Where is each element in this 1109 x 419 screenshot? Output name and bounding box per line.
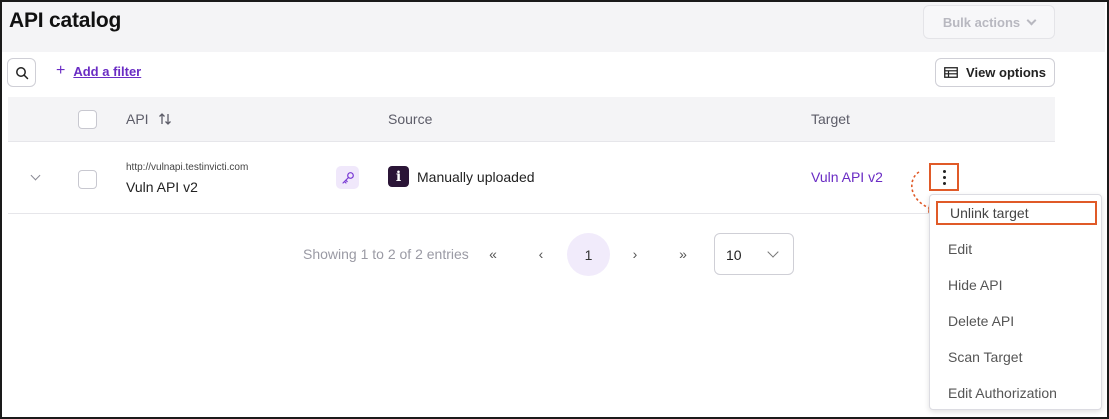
bulk-actions-label: Bulk actions: [942, 14, 1021, 30]
target-link[interactable]: Vuln API v2: [811, 169, 883, 185]
table-icon: [944, 67, 958, 78]
bulk-actions-button[interactable]: Bulk actions: [923, 5, 1055, 39]
page-size-value: 10: [726, 247, 742, 263]
row-checkbox[interactable]: [78, 170, 97, 189]
api-column-header[interactable]: API: [126, 111, 172, 127]
menu-item-scan-target[interactable]: Scan Target: [930, 339, 1103, 375]
add-filter-link[interactable]: + Add a filter: [56, 63, 141, 79]
menu-item-edit[interactable]: Edit: [930, 231, 1103, 267]
chevron-down-icon: [1026, 15, 1037, 25]
view-options-label: View options: [966, 65, 1046, 80]
pagination-info: Showing 1 to 2 of 2 entries: [303, 246, 469, 262]
page-title: API catalog: [9, 9, 122, 32]
api-url: http://vulnapi.testinvicti.com: [126, 162, 249, 173]
search-icon: [15, 66, 28, 79]
select-all-checkbox[interactable]: [78, 110, 97, 129]
page-size-select[interactable]: 10: [714, 233, 794, 275]
last-page-icon[interactable]: »: [670, 241, 696, 267]
menu-item-unlink-target[interactable]: Unlink target: [936, 201, 1097, 225]
first-page-icon[interactable]: «: [480, 241, 506, 267]
api-column-label: API: [126, 111, 149, 127]
authentication-key-badge[interactable]: [336, 166, 359, 189]
target-column-header: Target: [811, 111, 850, 127]
current-page-button[interactable]: 1: [567, 233, 610, 276]
chevron-down-icon: [767, 246, 779, 258]
table-header: API Source Target: [8, 97, 1055, 142]
search-button[interactable]: [7, 58, 36, 87]
add-filter-label: Add a filter: [73, 63, 142, 79]
view-options-button[interactable]: View options: [935, 58, 1055, 87]
source-column-header: Source: [388, 111, 433, 127]
api-name: Vuln API v2: [126, 179, 198, 195]
next-page-icon[interactable]: ›: [622, 241, 648, 267]
source-icon: i: [388, 166, 409, 187]
expand-row-chevron-icon[interactable]: [30, 170, 41, 181]
plus-icon: +: [56, 62, 66, 79]
menu-item-edit-authorization[interactable]: Edit Authorization: [930, 375, 1103, 411]
key-icon: [341, 171, 354, 184]
table-row: http://vulnapi.testinvicti.com Vuln API …: [8, 142, 1055, 214]
row-actions-menu: Unlink target Edit Hide API Delete API S…: [929, 194, 1102, 410]
menu-item-hide-api[interactable]: Hide API: [930, 267, 1103, 303]
sort-icon[interactable]: [158, 112, 172, 126]
menu-item-delete-api[interactable]: Delete API: [930, 303, 1103, 339]
previous-page-icon[interactable]: ‹: [528, 241, 554, 267]
source-label: Manually uploaded: [417, 169, 535, 185]
